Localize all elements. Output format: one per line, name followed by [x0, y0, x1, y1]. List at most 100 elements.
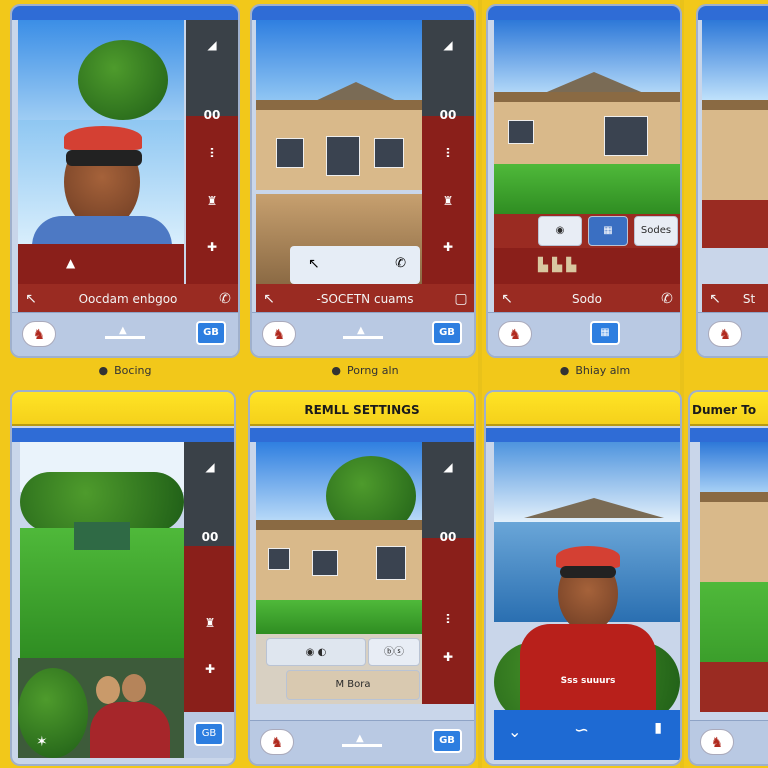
location-icon: ●: [331, 364, 342, 377]
status-bar: [252, 6, 474, 20]
caption-strip: ▲: [18, 244, 184, 284]
gallery-button[interactable]: GB: [196, 321, 226, 345]
caption-row: ● Bocing: [70, 364, 180, 377]
back-icon[interactable]: ↖: [494, 291, 520, 307]
back-icon[interactable]: ↖: [256, 291, 282, 307]
crop-button[interactable]: ⵗ: [430, 142, 466, 164]
phone-panel-8: Dumer To ♞: [688, 390, 768, 766]
star-icon: ✶: [36, 734, 48, 750]
caption-text: Bocing: [114, 364, 152, 377]
thumbnail[interactable]: ⓑⓢ: [368, 638, 420, 666]
back-icon[interactable]: ↖: [18, 291, 44, 307]
add-button[interactable]: ✚: [192, 658, 228, 680]
call-overlay[interactable]: ↖ ✆: [290, 246, 420, 284]
counter-button[interactable]: 00: [430, 104, 466, 126]
flag-button[interactable]: ◢: [192, 456, 228, 478]
status-bar: [250, 428, 474, 442]
shirt-text: Sss suuurs: [560, 676, 616, 686]
panel-header: [12, 392, 234, 426]
gallery-button[interactable]: ▦: [590, 321, 620, 345]
status-bar: [488, 6, 680, 20]
tool-strip: ▙ ▙ ▙: [494, 248, 680, 284]
gallery-button[interactable]: GB: [194, 722, 224, 746]
flag-button[interactable]: ◢: [194, 34, 230, 56]
status-bar: [12, 6, 238, 20]
footer-label: -SOCETN cuams: [316, 292, 414, 306]
bottom-dock: ♞ ▲ GB: [12, 312, 238, 356]
photo-house[interactable]: ↖ ✆: [256, 20, 422, 284]
photo-family[interactable]: ✶: [18, 658, 184, 758]
footer-bar: ↖ St: [702, 284, 768, 314]
side-toolbar: ◢ 00 ⵗ ✚: [422, 442, 474, 704]
thumbnail-label[interactable]: M Bora: [286, 670, 420, 700]
back-icon[interactable]: ↖: [702, 291, 728, 307]
status-bar: [698, 6, 768, 20]
selfie-photo[interactable]: Sss suuurs: [494, 442, 680, 710]
counter-button[interactable]: 00: [192, 526, 228, 548]
side-toolbar: ◢ 00 ⵗ ♜ ✚: [186, 20, 238, 284]
photo-house[interactable]: [700, 442, 768, 712]
tool-icon[interactable]: ▙ ▙ ▙: [538, 258, 576, 273]
add-button[interactable]: ✚: [430, 236, 466, 258]
filter-button[interactable]: ♜: [192, 612, 228, 634]
chevron-down-icon[interactable]: ⌄: [508, 722, 521, 741]
horse-icon[interactable]: ♞: [262, 321, 296, 347]
home-indicator[interactable]: ▲: [342, 733, 382, 747]
home-indicator[interactable]: ▲: [105, 325, 145, 339]
horse-icon[interactable]: ♞: [260, 729, 294, 755]
phone-icon[interactable]: ✆: [212, 291, 238, 307]
gazebo: [74, 522, 130, 550]
horse-icon[interactable]: ♞: [700, 729, 734, 755]
side-toolbar: ◢ 00 ♜ ✚: [184, 442, 234, 712]
square-icon[interactable]: ▮: [654, 720, 662, 736]
filter-button[interactable]: ♜: [194, 190, 230, 212]
phone-panel-5: ✶ ◢ 00 ♜ ✚ GB: [10, 390, 236, 766]
tool-icon: ↖: [308, 256, 320, 272]
footer-label: St: [742, 292, 756, 306]
caption-text: Bhiay alm: [575, 364, 631, 377]
home-indicator[interactable]: ▲: [343, 325, 383, 339]
thumbnail-label[interactable]: Sodes: [634, 216, 678, 246]
photo-house[interactable]: [256, 442, 422, 634]
selfie-photo[interactable]: [18, 120, 184, 244]
screenshot-grid: ▲ ◢ 00 ⵗ ♜ ✚ ↖ Oocdam enbgoo ✆ ♞ ▲ GB ● B…: [0, 0, 768, 768]
flag-button[interactable]: ◢: [430, 34, 466, 56]
add-button[interactable]: ✚: [194, 236, 230, 258]
gallery-button[interactable]: GB: [432, 729, 462, 753]
phone-panel-6: REMLL SETTINGS ◉ ◐ ⓑⓢ M Bora ◢ 00 ⵗ ✚ ♞ …: [248, 390, 476, 766]
panel-header: REMLL SETTINGS: [250, 392, 474, 426]
phone-panel-4: ↖ St ♞: [696, 4, 768, 358]
crop-button[interactable]: ⵗ: [430, 608, 466, 630]
horse-icon[interactable]: ♞: [708, 321, 742, 347]
bottom-dock: ♞ ▲ GB: [250, 720, 474, 764]
horse-icon[interactable]: ♞: [22, 321, 56, 347]
thumbnail[interactable]: ▦: [588, 216, 628, 246]
footer-label: Oocdam enbgoo: [78, 292, 178, 306]
location-icon: ●: [98, 364, 109, 377]
photo-garden[interactable]: ▲: [18, 20, 184, 284]
column-separator: [478, 0, 482, 768]
swirl-icon[interactable]: ∽: [574, 720, 589, 741]
status-bar: [486, 428, 680, 442]
photo-ranch[interactable]: [494, 20, 680, 214]
status-bar: [12, 428, 234, 442]
counter-button[interactable]: 00: [430, 526, 466, 548]
thumbnail[interactable]: ◉ ◐: [266, 638, 366, 666]
horse-icon[interactable]: ♞: [498, 321, 532, 347]
footer-bar: ↖ -SOCETN cuams ▢: [256, 284, 474, 314]
panel-header: [486, 392, 680, 426]
panel-header: Dumer To: [690, 392, 768, 426]
phone-icon[interactable]: ✆: [654, 291, 680, 307]
add-button[interactable]: ✚: [430, 646, 466, 668]
crop-button[interactable]: ⵗ: [194, 142, 230, 164]
flag-button[interactable]: ◢: [430, 456, 466, 478]
square-icon[interactable]: ▢: [448, 291, 474, 307]
photo-house[interactable]: [702, 20, 768, 248]
caption-row: ● Porng aln: [310, 364, 420, 377]
phone-panel-2: ↖ ✆ ◢ 00 ⵗ ♜ ✚ ↖ -SOCETN cuams ▢ ♞ ▲ GB: [250, 4, 476, 358]
filter-button[interactable]: ♜: [430, 190, 466, 212]
thumbnail[interactable]: ◉: [538, 216, 582, 246]
counter-button[interactable]: 00: [194, 104, 230, 126]
photo-park[interactable]: [20, 442, 184, 658]
gallery-button[interactable]: GB: [432, 321, 462, 345]
